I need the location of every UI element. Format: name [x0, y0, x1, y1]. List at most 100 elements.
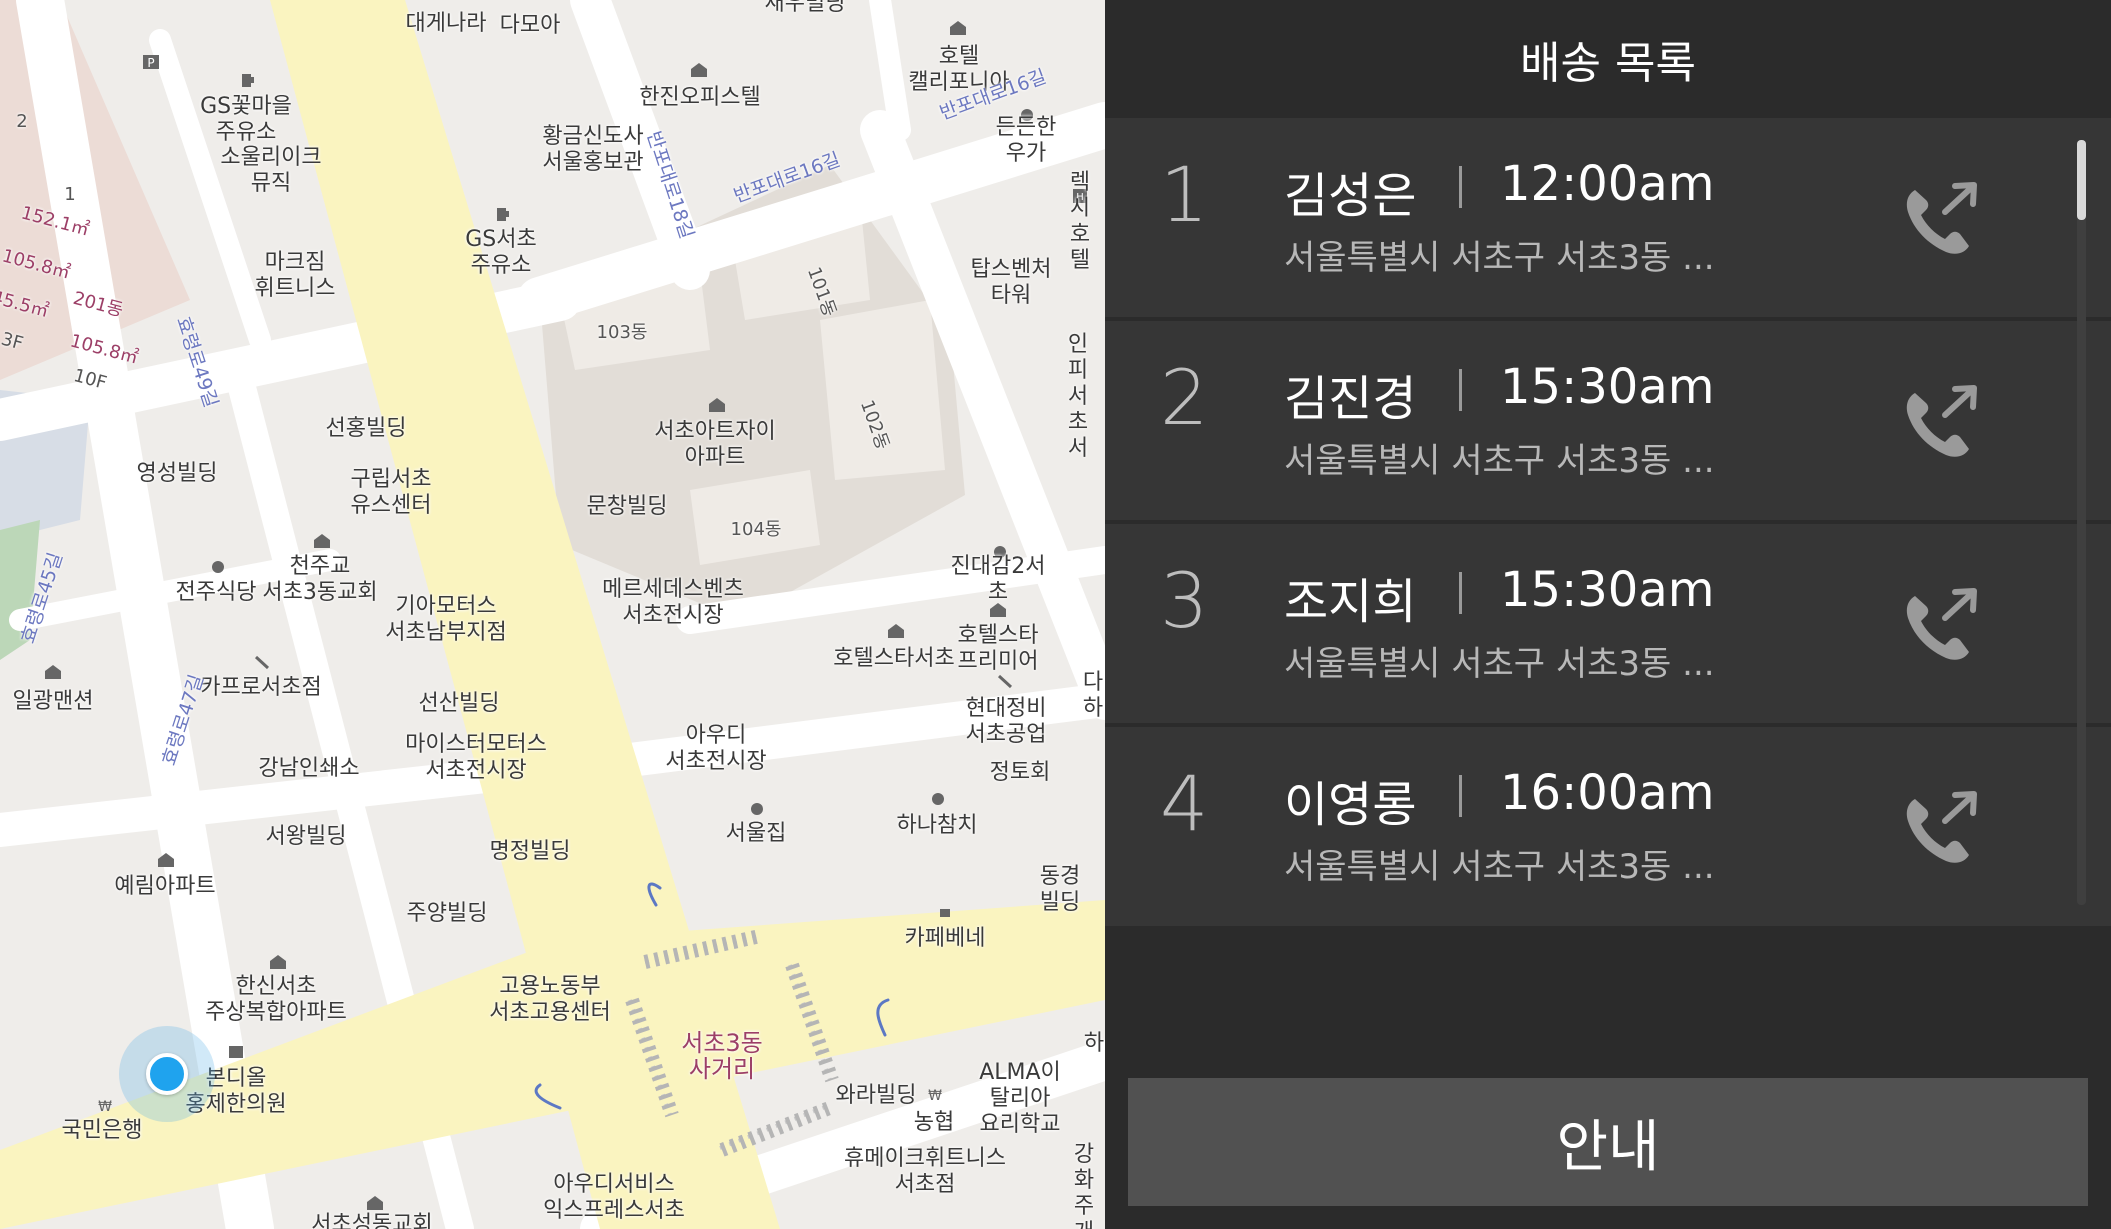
delivery-address: 서울특별시 서초구 서초3동 ... — [1284, 441, 1715, 481]
map-label: 문창빌딩 — [586, 494, 668, 519]
map-label: 서초성동교회 — [311, 1212, 433, 1229]
map-label: 명정빌딩 — [489, 839, 571, 864]
hotel-icon — [888, 624, 904, 638]
map-label: 국민은행 — [61, 1118, 143, 1143]
delivery-address: 서울특별시 서초구 서초3동 ... — [1284, 644, 1715, 684]
map-label: 진대감2서초 — [950, 554, 1046, 605]
map-label: 호텔스타서초 — [833, 646, 955, 671]
map-label: 대게나라 — [405, 11, 487, 36]
map-label: 서초3동 사거리 — [681, 1029, 763, 1083]
map-label: 한신서초 주상복합아파트 — [205, 974, 347, 1025]
recipient-name: 김진경 — [1284, 371, 1417, 427]
map-label: 휴메이크휘트니스 서초점 — [844, 1146, 1006, 1197]
map-label: 아우디 서초전시장 — [665, 723, 767, 774]
map-label: 강화 주개시 — [1073, 1142, 1095, 1229]
gas-station-icon — [497, 208, 509, 221]
guide-button[interactable]: 안내 — [1128, 1078, 2088, 1206]
apartment-icon — [270, 955, 286, 969]
map-label: 동경빌딩 — [1039, 864, 1081, 915]
map-label: GS서초 주유소 — [465, 227, 537, 278]
map-label: 와라빌딩 — [835, 1083, 917, 1108]
delivery-item[interactable]: 1 김성은 12:00am 서울특별시 서초구 서초3동 ... — [1105, 118, 2111, 317]
map-label: 고용노동부 서초고용센터 — [489, 974, 611, 1025]
separator — [1459, 166, 1462, 208]
map-label: 104동 — [730, 519, 782, 540]
item-number: 2 — [1160, 353, 1209, 442]
map-label: 소울리이크 뮤직 — [220, 145, 322, 196]
repair-icon — [997, 674, 1013, 689]
map-label: 구립서초 유스센터 — [350, 467, 432, 518]
map-label: 마크짐 휘트니스 — [254, 250, 336, 301]
separator — [1459, 775, 1462, 817]
map-label: 다하 — [1082, 670, 1104, 721]
map-label: 서울집 — [725, 821, 787, 846]
map-label: 서초아트자이 아파트 — [654, 419, 776, 470]
map-label: 렉시호텔 — [1069, 170, 1091, 273]
map-label: 다모아 — [499, 13, 561, 38]
map-label: ALMA이탈리아 요리학교 — [979, 1060, 1061, 1137]
map-label: 메르세데스벤츠 서초전시장 — [602, 577, 744, 628]
call-icon[interactable] — [1895, 785, 1985, 875]
map-label: 천주교 서초3동교회 — [262, 554, 378, 605]
map-label: GS꽃마을 주유소 — [200, 94, 292, 145]
delivery-time: 16:00am — [1500, 765, 1715, 821]
map-label: 일광맨션 — [12, 689, 94, 714]
separator — [1459, 369, 1462, 411]
map-label: 황금신도사 서울홍보관 — [542, 124, 644, 175]
map-label: 호텔스타 프리미어 — [957, 623, 1039, 674]
restaurant-icon — [212, 561, 224, 573]
call-icon[interactable] — [1895, 176, 1985, 266]
gas-station-icon — [242, 74, 254, 87]
map-label: 아우디서비스 익스프레스서초 — [543, 1172, 685, 1223]
recipient-name: 조지희 — [1284, 574, 1417, 630]
call-icon[interactable] — [1895, 379, 1985, 469]
apartment-icon — [158, 853, 174, 867]
panel-title: 배송 목록 — [1520, 38, 1696, 89]
restaurant-icon — [932, 793, 944, 805]
map-view[interactable]: P H ₩ ₩ 대게나라 다모아 새우빌딩 호텔 캘리포니아 한진오피스텔 든든… — [0, 0, 1105, 1229]
map-label: 새우빌딩 — [764, 0, 846, 16]
parking-icon: P — [143, 55, 159, 70]
recipient-name: 이영롱 — [1284, 777, 1417, 833]
delivery-address: 서울특별시 서초구 서초3동 ... — [1284, 238, 1715, 278]
delivery-list: 1 김성은 12:00am 서울특별시 서초구 서초3동 ... 2 김진경 1… — [1105, 118, 2111, 930]
repair-icon — [254, 655, 270, 670]
hospital-icon — [229, 1046, 243, 1058]
church-icon — [367, 1196, 383, 1210]
delivery-address: 서울특별시 서초구 서초3동 ... — [1284, 847, 1715, 887]
delivery-item[interactable]: 4 이영롱 16:00am 서울특별시 서초구 서초3동 ... — [1105, 727, 2111, 926]
map-label: 카프로서초점 — [200, 675, 322, 700]
map-label: 정토회 — [989, 760, 1051, 785]
map-label: 서왕빌딩 — [265, 824, 347, 849]
area-label: 1 — [64, 184, 76, 205]
building-icon — [709, 398, 725, 412]
map-label: 카페베네 — [904, 926, 986, 951]
map-label: 선홍빌딩 — [325, 416, 407, 441]
cafe-icon — [940, 909, 950, 917]
map-label: 탑스벤처타워 — [970, 257, 1052, 308]
map-label: 마이스터모터스 서초전시장 — [405, 732, 547, 783]
bank-icon: ₩ — [928, 1088, 942, 1103]
scrollbar-thumb[interactable] — [2077, 140, 2086, 220]
apartment-icon — [45, 665, 61, 679]
list-scrollbar[interactable] — [2077, 140, 2086, 905]
delivery-time: 12:00am — [1500, 156, 1715, 212]
svg-text:₩: ₩ — [98, 1099, 112, 1114]
map-label: 기아모터스 서초남부지점 — [385, 594, 507, 645]
map-label: 영성빌딩 — [136, 461, 218, 486]
hotel-icon — [950, 21, 966, 35]
map-label: 인피 서초서 — [1067, 332, 1089, 461]
map-label: 농협 — [913, 1110, 955, 1135]
map-label: 선산빌딩 — [418, 691, 500, 716]
call-icon[interactable] — [1895, 582, 1985, 672]
delivery-time: 15:30am — [1500, 562, 1715, 618]
item-number: 1 — [1160, 150, 1209, 239]
map-label: 하나참치 — [896, 813, 978, 838]
delivery-item[interactable]: 3 조지희 15:30am 서울특별시 서초구 서초3동 ... — [1105, 524, 2111, 723]
delivery-item[interactable]: 2 김진경 15:30am 서울특별시 서초구 서초3동 ... — [1105, 321, 2111, 520]
app-root: P H ₩ ₩ 대게나라 다모아 새우빌딩 호텔 캘리포니아 한진오피스텔 든든… — [0, 0, 2111, 1229]
recipient-name: 김성은 — [1284, 168, 1417, 224]
map-label: 하 — [1083, 1031, 1105, 1056]
map-label: 주양빌딩 — [406, 901, 488, 926]
svg-text:P: P — [147, 56, 154, 70]
